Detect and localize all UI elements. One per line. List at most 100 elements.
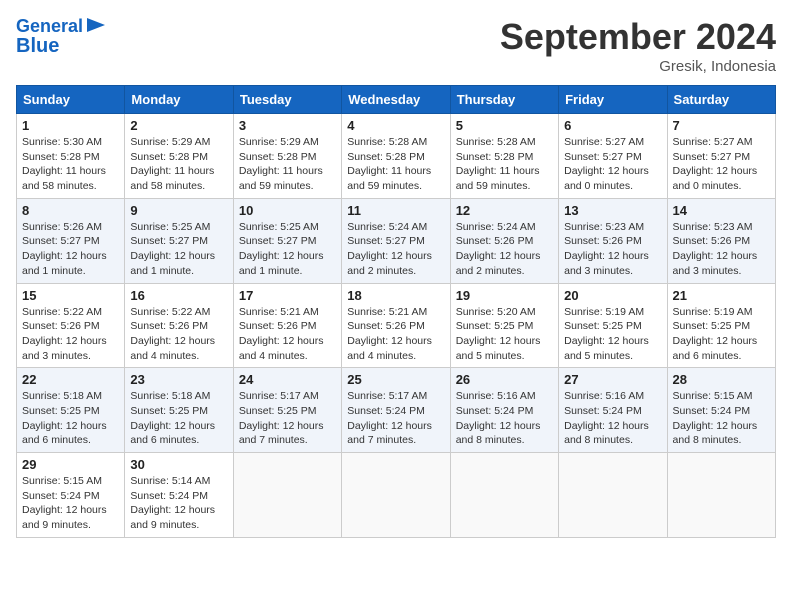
calendar-week-row: 15 Sunrise: 5:22 AM Sunset: 5:26 PM Dayl… [17,283,776,368]
day-number: 14 [673,203,770,218]
table-row: 18 Sunrise: 5:21 AM Sunset: 5:26 PM Dayl… [342,283,450,368]
table-row: 19 Sunrise: 5:20 AM Sunset: 5:25 PM Dayl… [450,283,558,368]
table-row: 13 Sunrise: 5:23 AM Sunset: 5:26 PM Dayl… [559,198,667,283]
table-row: 21 Sunrise: 5:19 AM Sunset: 5:25 PM Dayl… [667,283,775,368]
cell-info: Sunrise: 5:20 AM Sunset: 5:25 PM Dayligh… [456,305,553,364]
cell-info: Sunrise: 5:16 AM Sunset: 5:24 PM Dayligh… [456,389,553,448]
day-number: 25 [347,372,444,387]
cell-info: Sunrise: 5:15 AM Sunset: 5:24 PM Dayligh… [22,474,119,533]
table-row: 22 Sunrise: 5:18 AM Sunset: 5:25 PM Dayl… [17,368,125,453]
cell-info: Sunrise: 5:23 AM Sunset: 5:26 PM Dayligh… [564,220,661,279]
day-number: 18 [347,288,444,303]
page-header: General Blue September 2024 Gresik, Indo… [16,16,776,75]
table-row: 5 Sunrise: 5:28 AM Sunset: 5:28 PM Dayli… [450,114,558,199]
day-number: 19 [456,288,553,303]
header-wednesday: Wednesday [342,86,450,114]
cell-info: Sunrise: 5:15 AM Sunset: 5:24 PM Dayligh… [673,389,770,448]
logo-bird-icon [87,18,105,32]
table-row [450,453,558,538]
day-number: 20 [564,288,661,303]
table-row: 29 Sunrise: 5:15 AM Sunset: 5:24 PM Dayl… [17,453,125,538]
cell-info: Sunrise: 5:24 AM Sunset: 5:27 PM Dayligh… [347,220,444,279]
table-row: 8 Sunrise: 5:26 AM Sunset: 5:27 PM Dayli… [17,198,125,283]
day-number: 27 [564,372,661,387]
day-number: 7 [673,118,770,133]
calendar-week-row: 8 Sunrise: 5:26 AM Sunset: 5:27 PM Dayli… [17,198,776,283]
day-number: 2 [130,118,227,133]
day-number: 28 [673,372,770,387]
day-number: 21 [673,288,770,303]
day-number: 6 [564,118,661,133]
logo-text: General [16,17,83,37]
table-row [667,453,775,538]
cell-info: Sunrise: 5:28 AM Sunset: 5:28 PM Dayligh… [456,135,553,194]
day-number: 8 [22,203,119,218]
logo: General Blue [16,16,105,57]
day-number: 30 [130,457,227,472]
cell-info: Sunrise: 5:27 AM Sunset: 5:27 PM Dayligh… [673,135,770,194]
cell-info: Sunrise: 5:18 AM Sunset: 5:25 PM Dayligh… [22,389,119,448]
table-row: 4 Sunrise: 5:28 AM Sunset: 5:28 PM Dayli… [342,114,450,199]
calendar-week-row: 22 Sunrise: 5:18 AM Sunset: 5:25 PM Dayl… [17,368,776,453]
table-row: 16 Sunrise: 5:22 AM Sunset: 5:26 PM Dayl… [125,283,233,368]
table-row: 3 Sunrise: 5:29 AM Sunset: 5:28 PM Dayli… [233,114,341,199]
day-number: 16 [130,288,227,303]
table-row: 2 Sunrise: 5:29 AM Sunset: 5:28 PM Dayli… [125,114,233,199]
table-row [233,453,341,538]
header-sunday: Sunday [17,86,125,114]
table-row: 26 Sunrise: 5:16 AM Sunset: 5:24 PM Dayl… [450,368,558,453]
cell-info: Sunrise: 5:29 AM Sunset: 5:28 PM Dayligh… [239,135,336,194]
logo-blue-text: Blue [16,35,59,57]
cell-info: Sunrise: 5:17 AM Sunset: 5:25 PM Dayligh… [239,389,336,448]
day-number: 3 [239,118,336,133]
cell-info: Sunrise: 5:26 AM Sunset: 5:27 PM Dayligh… [22,220,119,279]
header-saturday: Saturday [667,86,775,114]
cell-info: Sunrise: 5:22 AM Sunset: 5:26 PM Dayligh… [22,305,119,364]
day-number: 22 [22,372,119,387]
cell-info: Sunrise: 5:22 AM Sunset: 5:26 PM Dayligh… [130,305,227,364]
table-row: 10 Sunrise: 5:25 AM Sunset: 5:27 PM Dayl… [233,198,341,283]
table-row: 30 Sunrise: 5:14 AM Sunset: 5:24 PM Dayl… [125,453,233,538]
table-row: 20 Sunrise: 5:19 AM Sunset: 5:25 PM Dayl… [559,283,667,368]
cell-info: Sunrise: 5:30 AM Sunset: 5:28 PM Dayligh… [22,135,119,194]
table-row: 9 Sunrise: 5:25 AM Sunset: 5:27 PM Dayli… [125,198,233,283]
day-number: 15 [22,288,119,303]
day-number: 17 [239,288,336,303]
cell-info: Sunrise: 5:16 AM Sunset: 5:24 PM Dayligh… [564,389,661,448]
cell-info: Sunrise: 5:19 AM Sunset: 5:25 PM Dayligh… [673,305,770,364]
day-number: 10 [239,203,336,218]
table-row: 15 Sunrise: 5:22 AM Sunset: 5:26 PM Dayl… [17,283,125,368]
location-title: Gresik, Indonesia [500,58,776,75]
day-number: 29 [22,457,119,472]
table-row [559,453,667,538]
header-monday: Monday [125,86,233,114]
day-number: 12 [456,203,553,218]
header-thursday: Thursday [450,86,558,114]
day-number: 24 [239,372,336,387]
table-row: 23 Sunrise: 5:18 AM Sunset: 5:25 PM Dayl… [125,368,233,453]
table-row [342,453,450,538]
table-row: 17 Sunrise: 5:21 AM Sunset: 5:26 PM Dayl… [233,283,341,368]
calendar-week-row: 29 Sunrise: 5:15 AM Sunset: 5:24 PM Dayl… [17,453,776,538]
table-row: 7 Sunrise: 5:27 AM Sunset: 5:27 PM Dayli… [667,114,775,199]
title-block: September 2024 Gresik, Indonesia [500,16,776,75]
day-number: 23 [130,372,227,387]
table-row: 24 Sunrise: 5:17 AM Sunset: 5:25 PM Dayl… [233,368,341,453]
month-title: September 2024 [500,16,776,58]
cell-info: Sunrise: 5:17 AM Sunset: 5:24 PM Dayligh… [347,389,444,448]
calendar-table: Sunday Monday Tuesday Wednesday Thursday… [16,85,776,538]
table-row: 6 Sunrise: 5:27 AM Sunset: 5:27 PM Dayli… [559,114,667,199]
cell-info: Sunrise: 5:28 AM Sunset: 5:28 PM Dayligh… [347,135,444,194]
calendar-week-row: 1 Sunrise: 5:30 AM Sunset: 5:28 PM Dayli… [17,114,776,199]
cell-info: Sunrise: 5:18 AM Sunset: 5:25 PM Dayligh… [130,389,227,448]
cell-info: Sunrise: 5:25 AM Sunset: 5:27 PM Dayligh… [239,220,336,279]
cell-info: Sunrise: 5:24 AM Sunset: 5:26 PM Dayligh… [456,220,553,279]
calendar-header-row: Sunday Monday Tuesday Wednesday Thursday… [17,86,776,114]
table-row: 12 Sunrise: 5:24 AM Sunset: 5:26 PM Dayl… [450,198,558,283]
cell-info: Sunrise: 5:29 AM Sunset: 5:28 PM Dayligh… [130,135,227,194]
cell-info: Sunrise: 5:25 AM Sunset: 5:27 PM Dayligh… [130,220,227,279]
day-number: 5 [456,118,553,133]
cell-info: Sunrise: 5:27 AM Sunset: 5:27 PM Dayligh… [564,135,661,194]
table-row: 11 Sunrise: 5:24 AM Sunset: 5:27 PM Dayl… [342,198,450,283]
cell-info: Sunrise: 5:21 AM Sunset: 5:26 PM Dayligh… [239,305,336,364]
